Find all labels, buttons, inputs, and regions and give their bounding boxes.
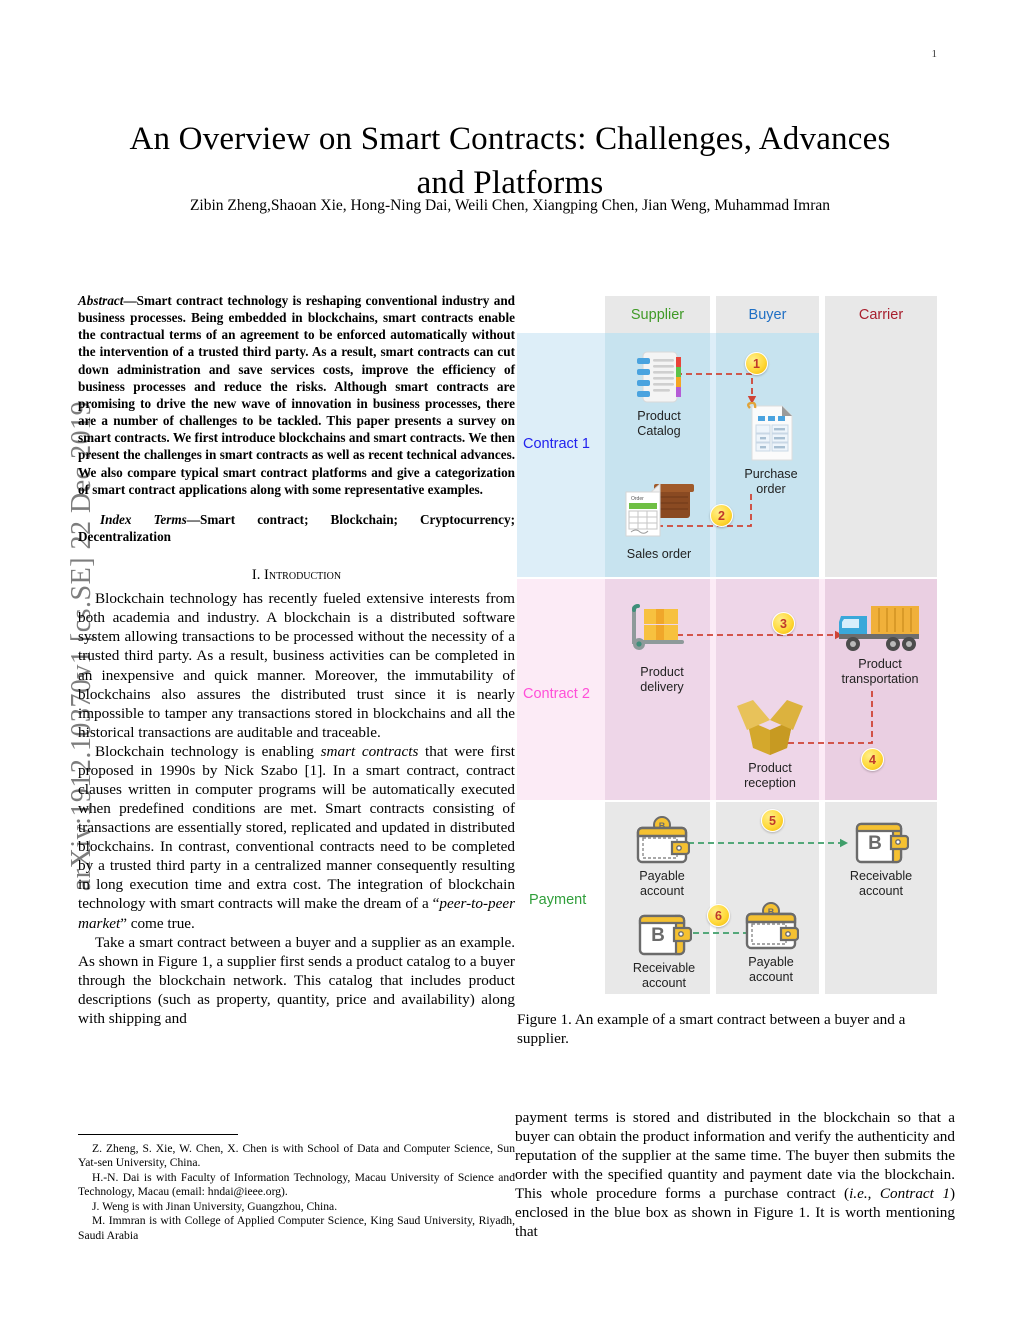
group-label-contract2: Contract 2	[523, 686, 590, 702]
section-number: I.	[251, 567, 261, 584]
node-label-line1: Receivable	[632, 961, 696, 975]
node-product-delivery: Product delivery	[621, 604, 703, 695]
index-terms-dash: —	[186, 511, 200, 527]
section-heading: I. Introduction	[78, 567, 515, 584]
node-label-line1: Payable	[639, 869, 685, 883]
node-payable-account-supplier: B Payable account	[621, 816, 703, 899]
node-label-line1: Purchase	[744, 467, 798, 481]
node-receivable-account-supplier: B Receivable account	[621, 908, 707, 991]
node-label-line2: account	[748, 969, 794, 984]
step-badge-2: 2	[710, 504, 733, 527]
node-label-line2: account	[858, 883, 904, 898]
svg-text:B: B	[651, 925, 665, 946]
affiliation-item: Z. Zheng, S. Xie, W. Chen, X. Chen is wi…	[78, 1142, 515, 1170]
step-badge-1: 1	[745, 352, 768, 375]
node-purchase-order: Purchase order	[731, 402, 811, 497]
paragraph-intro-4: payment terms is stored and distributed …	[515, 1108, 955, 1242]
step-badge-4: 4	[861, 748, 884, 771]
step-badge-6: 6	[707, 904, 730, 927]
node-label-line2: account	[639, 883, 685, 898]
band-carrier-header-column	[825, 333, 937, 577]
arrow-step-5	[678, 836, 853, 850]
footnote-rule	[78, 1134, 238, 1135]
node-label-line2: account	[641, 975, 687, 990]
abstract-lead: Abstract	[78, 293, 124, 308]
lane-header-carrier: Carrier	[825, 296, 937, 333]
p4-part-b: ,	[867, 1185, 880, 1203]
affiliation-item: J. Weng is with Jinan University, Guangz…	[92, 1199, 338, 1213]
wallet-coin-icon: B	[743, 902, 799, 952]
section-title: Introduction	[264, 567, 342, 584]
node-label-line2: reception	[744, 775, 796, 790]
open-box-icon	[733, 696, 807, 758]
node-label-line1: Receivable	[849, 869, 913, 883]
group-label-payment: Payment	[529, 892, 587, 908]
abstract-dash: —	[123, 293, 137, 308]
affiliation-item: H.-N. Dai is with Faculty of Information…	[78, 1170, 515, 1199]
node-label-line1: Product	[748, 761, 792, 775]
affiliations-block: Z. Zheng, S. Xie, W. Chen, X. Chen is wi…	[78, 1142, 515, 1243]
node-label-line2: delivery	[640, 679, 684, 694]
node-payable-account-buyer: B Payable account	[731, 902, 811, 985]
p4-italic-ie: i.e.	[849, 1185, 868, 1203]
page-number: 1	[931, 48, 938, 60]
paragraph-intro-3: Take a smart contract between a buyer an…	[78, 933, 515, 1027]
p2-part-a: Blockchain technology is enabling	[95, 742, 321, 760]
step-badge-5: 5	[761, 809, 784, 832]
node-label-line1: Payable	[748, 955, 794, 969]
document-table-icon	[742, 402, 800, 464]
node-product-reception: Product reception	[725, 696, 815, 791]
paragraph-intro-2: Blockchain technology is enabling smart …	[78, 742, 515, 933]
paragraph-intro-1: Blockchain technology has recently fuele…	[78, 590, 515, 741]
step-badge-3: 3	[772, 612, 795, 635]
sales-order-icon: Order	[620, 482, 698, 544]
left-column: Abstract—Smart contract technology is re…	[78, 292, 515, 1028]
node-label-line1: Product	[637, 409, 681, 423]
p2-part-b: that were first proposed in 1990s by Nic…	[78, 742, 516, 913]
node-sales-order: Order Sales order	[613, 482, 705, 562]
node-receivable-account-carrier: B Receivable account	[835, 816, 927, 899]
p2-part-c: ” come true.	[120, 914, 195, 932]
wallet-bitcoin-icon: B	[636, 908, 692, 958]
page-title: An Overview on Smart Contracts: Challeng…	[129, 121, 891, 201]
index-terms-lead: Index Terms	[100, 511, 187, 527]
notebook-icon	[633, 350, 685, 406]
node-label-line1: Product	[640, 665, 684, 679]
node-label-line1: Product	[858, 657, 902, 671]
lane-header-supplier: Supplier	[605, 296, 710, 333]
author-list: Zibin Zheng,Shaoan Xie, Hong-Ning Dai, W…	[189, 197, 831, 214]
node-label-line2: transportation	[841, 671, 919, 686]
handtruck-boxes-icon	[628, 604, 696, 662]
svg-text:B: B	[868, 833, 882, 854]
node-product-catalog: Product Catalog	[621, 350, 697, 439]
group-label-contract1: Contract 1	[523, 436, 590, 452]
right-column: payment terms is stored and distributed …	[515, 1108, 955, 1242]
abstract-text: Smart contract technology is reshaping c…	[78, 293, 515, 497]
node-label-line2: order	[756, 481, 786, 496]
wallet-coin-icon: B	[634, 816, 690, 866]
abstract: Abstract—Smart contract technology is re…	[78, 292, 515, 498]
svg-text:Order: Order	[631, 496, 644, 502]
truck-icon	[837, 602, 923, 654]
figure-1: Supplier Buyer Carrier Contract 1 Contra…	[517, 296, 937, 996]
wallet-bitcoin-icon: B	[853, 816, 909, 866]
p2-italic-smart-contracts: smart contracts	[320, 742, 419, 760]
lane-header-buyer: Buyer	[716, 296, 819, 333]
p4-italic-contract1: Contract 1	[879, 1185, 950, 1203]
node-label-line2: Catalog	[637, 423, 681, 438]
affiliation-item: M. Immran is with College of Applied Com…	[78, 1214, 515, 1242]
figure-caption: Figure 1. An example of a smart contract…	[517, 1011, 906, 1047]
node-label-line1: Sales order	[626, 547, 692, 561]
index-terms: Index Terms—Smart contract; Blockchain; …	[78, 511, 515, 545]
figure-canvas: Supplier Buyer Carrier Contract 1 Contra…	[517, 296, 937, 996]
band-contract1-outer	[517, 333, 603, 577]
node-product-transportation: Product transportation	[821, 602, 939, 687]
